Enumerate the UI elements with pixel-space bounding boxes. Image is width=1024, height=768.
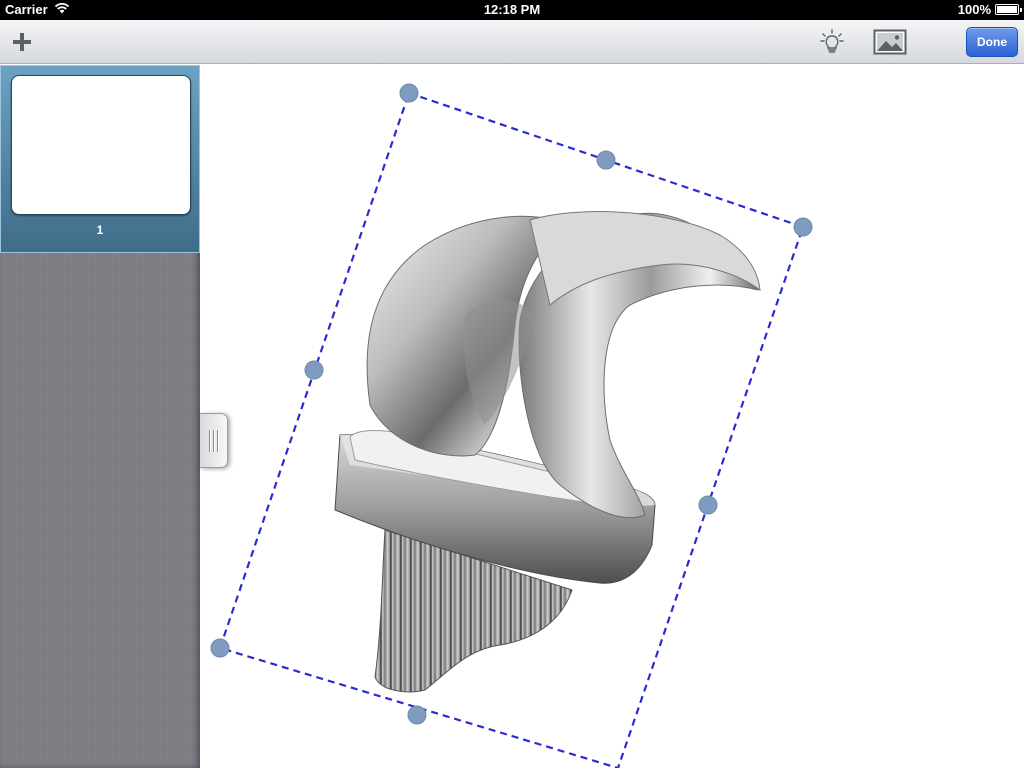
sidebar-drawer-handle[interactable] — [200, 413, 228, 468]
done-button[interactable]: Done — [966, 27, 1018, 57]
resize-handle-top-right[interactable] — [793, 217, 813, 237]
resize-handle-bottom[interactable] — [407, 705, 427, 725]
insert-image-button[interactable] — [872, 28, 908, 56]
resize-handle-top[interactable] — [596, 150, 616, 170]
add-page-button[interactable] — [6, 26, 38, 58]
knee-implant-image[interactable] — [334, 211, 761, 693]
page-sidebar: 1 — [0, 65, 200, 768]
page-number: 1 — [96, 223, 104, 237]
page-thumbnail[interactable] — [11, 75, 191, 215]
battery-percent: 100% — [957, 2, 991, 17]
image-icon — [873, 29, 907, 55]
status-time: 12:18 PM — [483, 2, 541, 17]
battery-icon — [995, 4, 1022, 15]
plus-icon — [13, 33, 31, 51]
idea-button[interactable] — [816, 26, 848, 58]
resize-handle-right[interactable] — [698, 495, 718, 515]
drawing-canvas[interactable] — [200, 65, 1024, 768]
status-right: 100% — [957, 2, 1022, 17]
selection-outline — [218, 91, 805, 768]
battery-fill — [997, 6, 1017, 13]
grip-line — [212, 429, 215, 452]
lightbulb-icon — [820, 29, 844, 53]
page-thumbnail-cell[interactable]: 1 — [0, 65, 200, 253]
resize-handle-top-left[interactable] — [399, 83, 419, 103]
resize-handle-bottom-left[interactable] — [210, 638, 230, 658]
grip-line — [208, 429, 211, 452]
toolbar: Done — [0, 20, 1024, 64]
status-bar: Carrier 12:18 PM 100% — [0, 0, 1024, 20]
grip-line — [216, 429, 219, 452]
resize-handle-left[interactable] — [304, 360, 324, 380]
